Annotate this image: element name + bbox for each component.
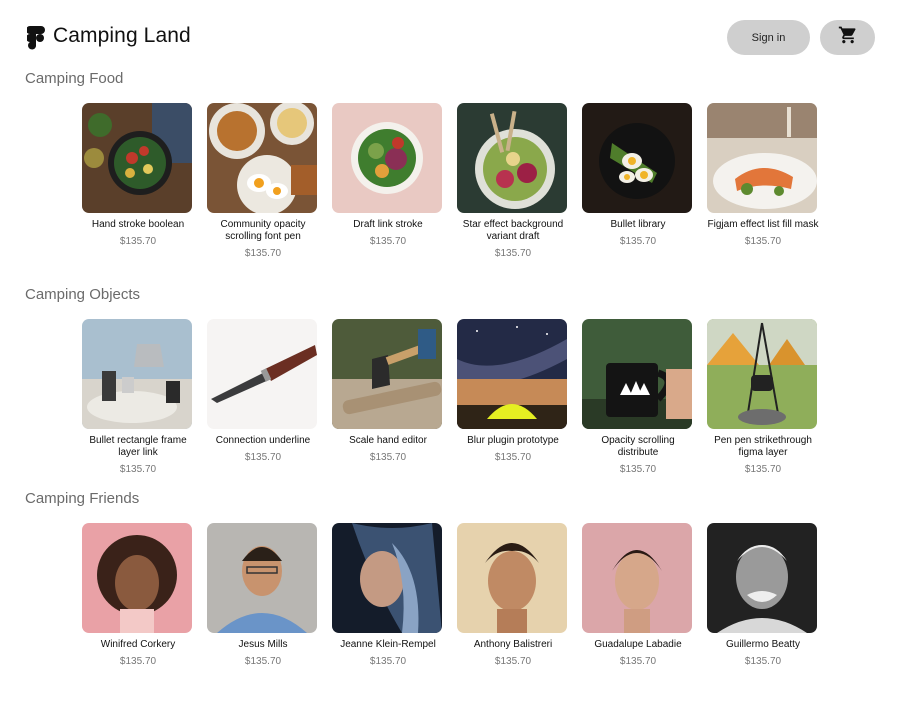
product-price: $135.70: [369, 656, 407, 667]
product-price: $135.70: [369, 236, 407, 247]
product-card[interactable]: Star effect background variant draft $13…: [457, 103, 569, 259]
product-card[interactable]: Pen pen strikethrough figma layer $135.7…: [707, 319, 819, 475]
product-name: Jesus Mills: [238, 639, 288, 650]
product-name: Guadalupe Labadie: [594, 639, 682, 650]
product-name: Anthony Balistreri: [473, 639, 553, 650]
product-card[interactable]: Bullet library $135.70: [582, 103, 694, 247]
product-image[interactable]: [207, 523, 317, 633]
section-title-camping-food: Camping Food: [25, 70, 124, 87]
product-card[interactable]: Jeanne Klein-Rempel $135.70: [332, 523, 444, 667]
product-image[interactable]: [332, 523, 442, 633]
product-image[interactable]: [457, 319, 567, 429]
product-card[interactable]: Draft link stroke $135.70: [332, 103, 444, 247]
product-name: Bullet library: [610, 219, 666, 230]
product-image[interactable]: [207, 103, 317, 213]
product-image[interactable]: [707, 103, 817, 213]
product-price: $135.70: [619, 656, 657, 667]
product-price: $135.70: [744, 464, 782, 475]
product-card[interactable]: Connection underline $135.70: [207, 319, 319, 463]
product-name: Blur plugin prototype: [467, 435, 559, 446]
product-card[interactable]: Figjam effect list fill mask $135.70: [707, 103, 819, 247]
product-price: $135.70: [494, 248, 532, 259]
product-image[interactable]: [332, 319, 442, 429]
product-price: $135.70: [619, 464, 657, 475]
product-image[interactable]: [82, 523, 192, 633]
product-card[interactable]: Scale hand editor $135.70: [332, 319, 444, 463]
product-price: $135.70: [119, 464, 157, 475]
product-card[interactable]: Guillermo Beatty $135.70: [707, 523, 819, 667]
product-card[interactable]: Opacity scrolling distribute $135.70: [582, 319, 694, 475]
product-price: $135.70: [244, 452, 282, 463]
product-image[interactable]: [82, 319, 192, 429]
product-image[interactable]: [332, 103, 442, 213]
section-title-camping-friends: Camping Friends: [25, 490, 140, 507]
product-image[interactable]: [207, 319, 317, 429]
product-card[interactable]: Bullet rectangle frame layer link $135.7…: [82, 319, 194, 475]
product-price: $135.70: [244, 656, 282, 667]
product-image[interactable]: [707, 319, 817, 429]
product-row-friends: Winifred Corkery $135.70 Jesus Mills $13…: [82, 523, 822, 693]
product-image[interactable]: [457, 523, 567, 633]
product-image[interactable]: [457, 103, 567, 213]
product-name: Opacity scrolling distribute: [601, 435, 675, 458]
product-price: $135.70: [244, 248, 282, 259]
header: Camping Land Sign in: [0, 0, 900, 76]
product-name: Scale hand editor: [349, 435, 427, 446]
product-image[interactable]: [582, 319, 692, 429]
product-image[interactable]: [582, 103, 692, 213]
section-title-camping-objects: Camping Objects: [25, 286, 141, 303]
product-name: Connection underline: [215, 435, 311, 446]
product-card[interactable]: Anthony Balistreri $135.70: [457, 523, 569, 667]
product-card[interactable]: Winifred Corkery $135.70: [82, 523, 194, 667]
product-name: Jeanne Klein-Rempel: [340, 639, 436, 650]
product-row-food: Hand stroke boolean $135.70 Community op…: [82, 103, 822, 273]
product-row-objects: Bullet rectangle frame layer link $135.7…: [82, 319, 822, 489]
product-price: $135.70: [369, 452, 407, 463]
cart-button[interactable]: [820, 20, 875, 55]
product-card[interactable]: Blur plugin prototype $135.70: [457, 319, 569, 463]
product-price: $135.70: [494, 452, 532, 463]
product-card[interactable]: Hand stroke boolean $135.70: [82, 103, 194, 247]
sign-in-button[interactable]: Sign in: [727, 20, 810, 55]
product-name: Winifred Corkery: [100, 639, 176, 650]
product-name: Figjam effect list fill mask: [707, 219, 819, 230]
product-image[interactable]: [582, 523, 692, 633]
product-name: Bullet rectangle frame layer link: [89, 435, 187, 458]
product-card[interactable]: Guadalupe Labadie $135.70: [582, 523, 694, 667]
product-price: $135.70: [494, 656, 532, 667]
product-name: Draft link stroke: [353, 219, 423, 230]
product-image[interactable]: [707, 523, 817, 633]
product-name: Star effect background variant draft: [462, 219, 564, 242]
product-card[interactable]: Community opacity scrolling font pen $13…: [207, 103, 319, 259]
product-price: $135.70: [619, 236, 657, 247]
product-price: $135.70: [744, 236, 782, 247]
product-name: Community opacity scrolling font pen: [220, 219, 306, 242]
brand-name[interactable]: Camping Land: [53, 24, 191, 48]
product-image[interactable]: [82, 103, 192, 213]
product-card[interactable]: Jesus Mills $135.70: [207, 523, 319, 667]
shopping-cart-icon: [838, 25, 858, 50]
product-price: $135.70: [119, 656, 157, 667]
product-price: $135.70: [119, 236, 157, 247]
product-price: $135.70: [744, 656, 782, 667]
product-name: Pen pen strikethrough figma layer: [714, 435, 812, 458]
product-name: Hand stroke boolean: [91, 219, 185, 230]
product-name: Guillermo Beatty: [726, 639, 800, 650]
figma-logo-icon[interactable]: [26, 26, 45, 50]
